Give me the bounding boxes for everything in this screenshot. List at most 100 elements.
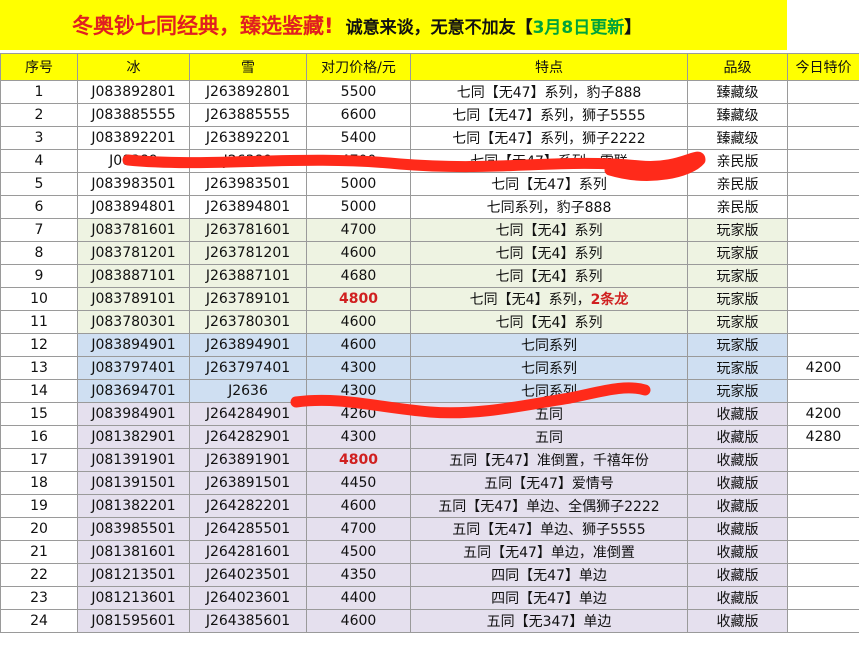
- feature-text: 五同【无47】爱情号: [484, 476, 614, 492]
- cell-feature: 七同【无47】系列，狮子2222: [410, 126, 688, 150]
- cell-grade: 玩家版: [687, 287, 788, 311]
- cell-price: 4700: [306, 149, 411, 173]
- cell-feature: 五同【无47】爱情号: [410, 471, 688, 495]
- feature-text: 七同【无4】系列: [495, 223, 603, 239]
- cell-snow-serial: J263797401: [189, 356, 307, 380]
- cell-grade: 收藏版: [687, 402, 788, 426]
- cell-grade: 玩家版: [687, 379, 788, 403]
- cell-special: [787, 195, 859, 219]
- cell-no: 2: [0, 103, 78, 127]
- cell-ice-serial: J081382901: [77, 425, 190, 449]
- cell-price: 4600: [306, 494, 411, 518]
- cell-feature: 七同系列: [410, 379, 688, 403]
- cell-grade: 玩家版: [687, 356, 788, 380]
- table-row: 22 J081213501 J264023501 4350 四同【无47】单边 收藏版: [0, 563, 859, 587]
- feature-text: 七同系列: [521, 338, 577, 354]
- cell-ice-serial: J08389: [77, 149, 190, 173]
- table-row: 5 J083983501 J263983501 5000 七同【无47】系列 亲民版: [0, 172, 859, 196]
- cell-special: [787, 333, 859, 357]
- cell-ice-serial: J083894801: [77, 195, 190, 219]
- cell-snow-serial: J263983501: [189, 172, 307, 196]
- table-row: 20 J083985501 J264285501 4700 五同【无47】单边、狮子55…: [0, 517, 859, 541]
- cell-grade: 亲民版: [687, 149, 788, 173]
- cell-price: 5400: [306, 126, 411, 150]
- cell-ice-serial: J083789101: [77, 287, 190, 311]
- cell-feature: 七同系列，豹子888: [410, 195, 688, 219]
- cell-no: 11: [0, 310, 78, 334]
- cell-no: 23: [0, 586, 78, 610]
- table-row: 23 J081213601 J264023601 4400 四同【无47】单边 收藏版: [0, 586, 859, 610]
- table-row: 10 J083789101 J263789101 4800 七同【无4】系列，2条龙 玩家…: [0, 287, 859, 311]
- table-body: 1 J083892801 J263892801 5500 七同【无47】系列，豹子888…: [0, 80, 859, 633]
- cell-feature: 七同【无47】系列: [410, 172, 688, 196]
- cell-special: [787, 241, 859, 265]
- cell-no: 19: [0, 494, 78, 518]
- feature-text: 七同【无4】系列: [495, 269, 603, 285]
- cell-special: 4200: [787, 402, 859, 426]
- cell-ice-serial: J081213601: [77, 586, 190, 610]
- cell-price: 4600: [306, 609, 411, 633]
- cell-grade: 收藏版: [687, 586, 788, 610]
- cell-grade: 收藏版: [687, 425, 788, 449]
- cell-ice-serial: J083797401: [77, 356, 190, 380]
- cell-no: 6: [0, 195, 78, 219]
- cell-feature: 七同【无47】系列，雪联: [410, 149, 688, 173]
- cell-price: 5000: [306, 172, 411, 196]
- table-row: 18 J081391501 J263891501 4450 五同【无47】爱情号 收藏版: [0, 471, 859, 495]
- banner-bracket-open: 【: [515, 17, 533, 38]
- cell-grade: 收藏版: [687, 609, 788, 633]
- cell-feature: 七同【无4】系列: [410, 310, 688, 334]
- cell-feature: 五同【无47】单边、狮子5555: [410, 517, 688, 541]
- cell-price: 6600: [306, 103, 411, 127]
- cell-ice-serial: J083894901: [77, 333, 190, 357]
- table-row: 11 J083780301 J263780301 4600 七同【无4】系列 玩家版: [0, 310, 859, 334]
- feature-text: 七同【无47】系列: [491, 177, 607, 193]
- feature-text: 五同【无347】单边: [486, 614, 612, 630]
- col-header-ice: 冰: [77, 53, 190, 81]
- cell-ice-serial: J083892801: [77, 80, 190, 104]
- col-header-grade: 品级: [687, 53, 788, 81]
- cell-grade: 臻藏级: [687, 103, 788, 127]
- table-header-row: 序号 冰 雪 对刀价格/元 特点 品级 今日特价: [0, 53, 859, 81]
- cell-price: 4700: [306, 218, 411, 242]
- cell-grade: 收藏版: [687, 563, 788, 587]
- cell-grade: 收藏版: [687, 448, 788, 472]
- table-row: 2 J083885555 J263885555 6600 七同【无47】系列，狮子555…: [0, 103, 859, 127]
- cell-snow-serial: J263781601: [189, 218, 307, 242]
- cell-ice-serial: J083694701: [77, 379, 190, 403]
- cell-price: 4800: [306, 287, 411, 311]
- cell-snow-serial: J263892201: [189, 126, 307, 150]
- cell-price: 4350: [306, 563, 411, 587]
- cell-snow-serial: J264023601: [189, 586, 307, 610]
- feature-text: 七同系列，豹子888: [486, 200, 612, 216]
- cell-ice-serial: J081595601: [77, 609, 190, 633]
- cell-grade: 收藏版: [687, 494, 788, 518]
- cell-ice-serial: J081213501: [77, 563, 190, 587]
- table-row: 24 J081595601 J264385601 4600 五同【无347】单边 收藏版: [0, 609, 859, 633]
- cell-no: 4: [0, 149, 78, 173]
- cell-ice-serial: J081381601: [77, 540, 190, 564]
- cell-special: [787, 448, 859, 472]
- table-row: 14 J083694701 J2636 4300 七同系列 玩家版: [0, 379, 859, 403]
- cell-special: [787, 149, 859, 173]
- cell-feature: 七同【无4】系列，2条龙: [410, 287, 688, 311]
- cell-no: 20: [0, 517, 78, 541]
- cell-price: 4800: [306, 448, 411, 472]
- cell-snow-serial: J264023501: [189, 563, 307, 587]
- cell-ice-serial: J083983501: [77, 172, 190, 196]
- cell-special: [787, 103, 859, 127]
- cell-no: 3: [0, 126, 78, 150]
- feature-text: 七同【无4】系列: [495, 315, 603, 331]
- cell-ice-serial: J081391901: [77, 448, 190, 472]
- banner-update-date: 3月8日更新: [532, 17, 625, 38]
- cell-special: [787, 287, 859, 311]
- table-row: 4 J08389 J26389 4700 七同【无47】系列，雪联 亲民版: [0, 149, 859, 173]
- cell-special: [787, 80, 859, 104]
- col-header-snow: 雪: [189, 53, 307, 81]
- cell-grade: 臻藏级: [687, 126, 788, 150]
- table-row: 6 J083894801 J263894801 5000 七同系列，豹子888 亲民版: [0, 195, 859, 219]
- cell-no: 8: [0, 241, 78, 265]
- banner-title: 冬奥钞七同经典，臻选鉴藏!: [72, 14, 334, 38]
- banner-bracket-close: 】: [624, 17, 642, 38]
- cell-grade: 收藏版: [687, 517, 788, 541]
